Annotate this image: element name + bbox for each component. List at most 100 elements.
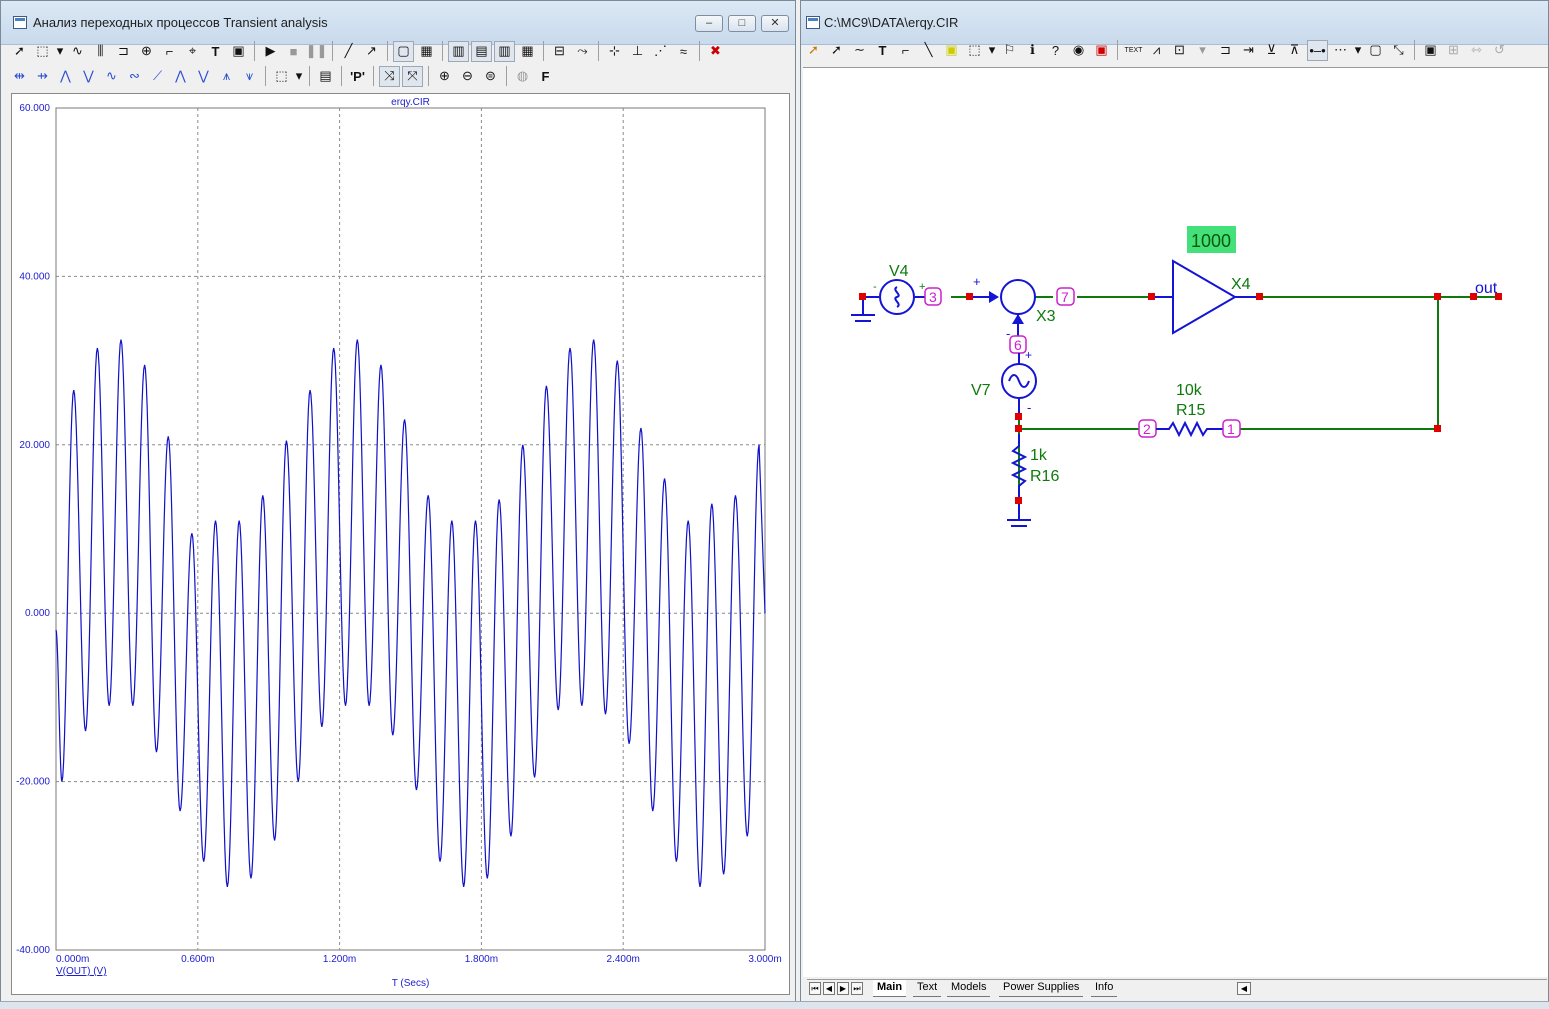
last-tab-arrow-icon[interactable]: ⏭ <box>851 982 863 995</box>
slope-icon[interactable]: ⋰ <box>650 41 671 62</box>
inflection-icon[interactable]: ⟋ <box>147 66 168 87</box>
minimize-button[interactable]: – <box>695 15 723 32</box>
delete-icon[interactable]: ✖ <box>705 41 726 62</box>
close-button[interactable]: ✕ <box>761 15 789 32</box>
first-tab-arrow-icon[interactable]: ⏮ <box>809 982 821 995</box>
tab-power-supplies[interactable]: Power Supplies <box>999 980 1084 997</box>
dropdown-icon[interactable]: ▾ <box>1353 40 1363 61</box>
node-numbers-icon[interactable]: ▾ <box>1192 40 1213 61</box>
hook-icon[interactable]: ⌐ <box>159 41 180 62</box>
table-icon[interactable]: ▤ <box>315 66 336 87</box>
help-icon[interactable]: ? <box>1045 40 1066 61</box>
component-mode-icon[interactable]: ▣ <box>1091 40 1112 61</box>
wire-diagonal-icon[interactable]: ⌐ <box>895 40 916 61</box>
high-icon[interactable]: ≈ <box>673 41 694 62</box>
text-tool-icon[interactable]: T <box>205 41 226 62</box>
x4-amplifier[interactable] <box>1151 259 1259 335</box>
cursor-left-icon[interactable]: ⇹ <box>9 66 30 87</box>
currents-icon[interactable]: ⇥ <box>1238 40 1259 61</box>
line-icon[interactable]: ╱ <box>338 41 359 62</box>
select-tool-icon[interactable]: ⬚ <box>32 41 53 62</box>
next-tab-arrow-icon[interactable]: ▶ <box>837 982 849 995</box>
flip-x-icon[interactable]: ⇿ <box>1466 40 1487 61</box>
source-icon[interactable]: ⊕ <box>136 41 157 62</box>
bottom-icon[interactable]: ⩛ <box>239 66 260 87</box>
power-icon[interactable]: ⊻ <box>1261 40 1282 61</box>
grid-icon[interactable]: ▦ <box>416 41 437 62</box>
x3-summer[interactable] <box>971 279 1036 339</box>
maximize-button[interactable]: □ <box>728 15 756 32</box>
plot-area[interactable]: 60.000 40.000 20.000 0.000 -20.000 -40.000 0.0… <box>11 93 790 995</box>
cursor-icon[interactable]: ⌖ <box>182 41 203 62</box>
top-icon[interactable]: ⩚ <box>216 66 237 87</box>
cursor-y-icon[interactable]: ⤧ <box>402 65 423 87</box>
grid-text-icon[interactable]: ⊡ <box>1169 40 1190 61</box>
properties-icon[interactable]: ▣ <box>228 41 249 62</box>
flip-y-icon[interactable]: ↺ <box>1489 40 1510 61</box>
cursor-right-icon[interactable]: ⇸ <box>32 66 53 87</box>
scroll-left-icon[interactable]: ◀ <box>1237 982 1251 995</box>
scale-icon[interactable]: ▢ <box>393 40 414 62</box>
dropdown-icon[interactable]: ▾ <box>987 40 997 61</box>
properties-icon[interactable]: ◉ <box>1068 40 1089 61</box>
r15-resistor[interactable] <box>1156 420 1223 438</box>
global-high-icon[interactable]: ⋀ <box>170 66 191 87</box>
arrow-line-icon[interactable]: ↗ <box>361 41 382 62</box>
valley-icon[interactable]: ⊥ <box>627 41 648 62</box>
grid-y-icon[interactable]: ▦ <box>517 41 538 62</box>
gate-icon[interactable]: ⊐ <box>113 41 134 62</box>
valley-icon[interactable]: ⋁ <box>78 66 99 87</box>
zoom-in-icon[interactable]: ⊕ <box>434 66 455 87</box>
cursor-x-icon[interactable]: ⤨ <box>379 65 400 87</box>
high-icon[interactable]: ∿ <box>101 66 122 87</box>
transient-plot[interactable]: 60.000 40.000 20.000 0.000 -20.000 -40.000 0.0… <box>12 94 791 996</box>
global-low-icon[interactable]: ⋁ <box>193 66 214 87</box>
flag-icon[interactable]: ▣ <box>941 40 962 61</box>
peak-left-icon[interactable]: ⋀ <box>55 66 76 87</box>
border-icon[interactable]: ▢ <box>1365 40 1386 61</box>
grid-major-icon[interactable]: ▤ <box>471 40 492 62</box>
grid-x-icon[interactable]: ▥ <box>494 40 515 62</box>
stop-icon[interactable]: ■ <box>283 41 304 62</box>
pin-connections-icon[interactable]: •–• <box>1307 39 1328 61</box>
properties-icon[interactable]: ▣ <box>1420 40 1441 61</box>
tab-models[interactable]: Models <box>947 980 991 997</box>
conditions-icon[interactable]: ⊼ <box>1284 40 1305 61</box>
low-icon[interactable]: ∾ <box>124 66 145 87</box>
line-icon[interactable]: ╲ <box>918 40 939 61</box>
dropdown-icon[interactable]: ▾ <box>294 66 304 87</box>
prev-tab-arrow-icon[interactable]: ◀ <box>823 982 835 995</box>
title-icon[interactable]: ⤡ <box>1388 40 1409 61</box>
bus-icon[interactable]: ⫼ <box>90 41 111 62</box>
zoom-fit-icon[interactable]: ⊜ <box>480 66 501 87</box>
component-icon[interactable]: ⬚ <box>964 40 985 61</box>
help-icon[interactable]: ◍ <box>512 66 533 87</box>
rotate-icon[interactable]: ⊞ <box>1443 40 1464 61</box>
tab-text[interactable]: Text <box>913 980 942 997</box>
data-point-icon[interactable]: ⬚ <box>271 66 292 87</box>
tab-info[interactable]: Info <box>1091 980 1118 997</box>
schematic-drawing[interactable]: V4 - + 3 + - X3 7 1000 X4 out 6 + - V7 2… <box>803 68 1548 978</box>
baseline-icon[interactable]: ⊟ <box>549 41 570 62</box>
pause-icon[interactable]: ❚❚ <box>306 41 328 62</box>
wire-icon[interactable]: ∼ <box>849 40 870 61</box>
pointer-p-icon[interactable]: 'P' <box>347 66 368 87</box>
text-mode-icon[interactable]: TEXT <box>1123 40 1144 61</box>
pin-icon[interactable]: ⩘ <box>1146 40 1167 61</box>
schematic-canvas[interactable]: V4 - + 3 + - X3 7 1000 X4 out 6 + - V7 2… <box>803 67 1548 977</box>
text-tool-icon[interactable]: T <box>872 40 893 61</box>
select-mode-icon[interactable]: ➚ <box>803 40 824 61</box>
flag-off-icon[interactable]: ⚐ <box>999 40 1020 61</box>
info-icon[interactable]: ℹ <box>1022 40 1043 61</box>
pointer-icon[interactable]: ➚ <box>826 40 847 61</box>
grid-icon[interactable]: ⋯ <box>1330 40 1351 61</box>
run-icon[interactable]: ▶ <box>260 41 281 62</box>
peak-icon[interactable]: ⊹ <box>604 41 625 62</box>
dropdown-icon[interactable]: ▾ <box>55 41 65 62</box>
grid-minor-icon[interactable]: ▥ <box>448 40 469 62</box>
wave-icon[interactable]: ∿ <box>67 41 88 62</box>
voltages-icon[interactable]: ⊐ <box>1215 40 1236 61</box>
tab-main[interactable]: Main <box>873 980 907 997</box>
tracker-icon[interactable]: ⤳ <box>572 41 593 62</box>
zoom-out-icon[interactable]: ⊖ <box>457 66 478 87</box>
